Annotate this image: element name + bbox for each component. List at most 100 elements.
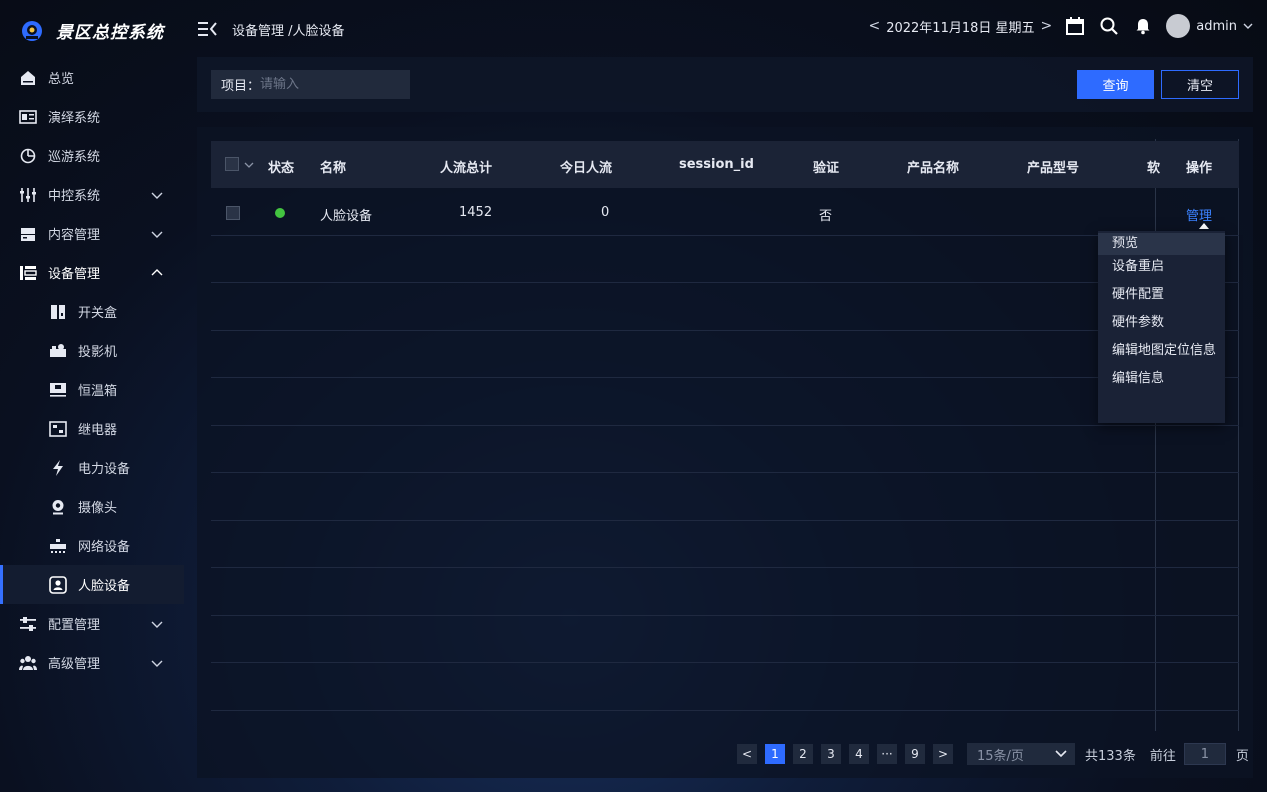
page-ellipsis-button[interactable]: ···: [877, 744, 897, 764]
sidebar-item-camera[interactable]: 摄像头: [0, 487, 184, 526]
sidebar-item-network[interactable]: 网络设备: [0, 526, 184, 565]
sidebar-item-switch-box[interactable]: 开关盒: [0, 292, 184, 331]
next-date-button[interactable]: >: [1041, 18, 1053, 34]
relay-icon: [49, 420, 67, 438]
menu-item-reboot[interactable]: 设备重启: [1098, 256, 1225, 278]
cell-name: 人脸设备: [320, 209, 373, 224]
sidebar-item-devices[interactable]: 设备管理: [0, 253, 184, 292]
chevron-down-icon: [151, 621, 163, 628]
sidebar-item-content[interactable]: 内容管理: [0, 214, 184, 253]
prev-date-button[interactable]: <: [868, 18, 880, 34]
users-icon: [19, 654, 37, 672]
menu-item-edit-map-location[interactable]: 编辑地图定位信息: [1098, 340, 1225, 362]
page-button-4[interactable]: 4: [849, 744, 869, 764]
page-button-9[interactable]: 9: [905, 744, 925, 764]
chevron-down-icon[interactable]: [244, 160, 254, 170]
id-card-icon: [19, 108, 37, 126]
status-online-indicator: [275, 208, 285, 218]
manage-dropdown-menu: 预览 设备重启 硬件配置 硬件参数 编辑地图定位信息 编辑信息: [1098, 231, 1225, 423]
page-button-2[interactable]: 2: [793, 744, 813, 764]
sidebar-item-label: 内容管理: [48, 228, 101, 243]
sidebar-item-control[interactable]: 中控系统: [0, 175, 184, 214]
sidebar-item-tour[interactable]: 巡游系统: [0, 136, 184, 175]
row-checkbox[interactable]: [226, 206, 240, 220]
column-header-verified: 验证: [813, 161, 840, 176]
row-divider: [211, 472, 1239, 473]
page-button-3[interactable]: 3: [821, 744, 841, 764]
menu-item-preview[interactable]: 预览: [1098, 233, 1225, 255]
settings-sliders-icon: [19, 615, 37, 633]
chevron-down-icon: [151, 660, 163, 667]
row-divider: [211, 520, 1239, 521]
dropdown-caret: [1199, 223, 1209, 229]
row-divider: [211, 377, 1239, 378]
sidebar-item-config[interactable]: 配置管理: [0, 604, 184, 643]
row-divider: [211, 710, 1239, 711]
row-divider: [211, 425, 1239, 426]
clear-button[interactable]: 清空: [1161, 70, 1239, 99]
calendar-icon[interactable]: [1064, 15, 1086, 37]
menu-item-edit-info[interactable]: 编辑信息: [1098, 368, 1225, 390]
webcam-icon: [49, 498, 67, 516]
page-size-select[interactable]: 15条/页: [967, 743, 1075, 765]
sidebar-item-advanced[interactable]: 高级管理: [0, 643, 184, 682]
project-input[interactable]: [260, 77, 391, 92]
bell-icon[interactable]: [1132, 15, 1154, 37]
goto-label: 前往: [1149, 748, 1176, 764]
face-id-icon: [49, 575, 67, 594]
sidebar-item-label: 开关盒: [78, 306, 118, 321]
sidebar-item-relay[interactable]: 继电器: [0, 409, 184, 448]
chevron-down-icon: [1055, 750, 1067, 758]
project-search-field[interactable]: 项目：: [211, 70, 410, 99]
select-all-checkbox[interactable]: [225, 157, 239, 171]
search-icon[interactable]: [1098, 15, 1120, 37]
column-header-status: 状态: [268, 161, 295, 176]
sidebar-item-label: 中控系统: [48, 189, 101, 204]
goto-page-input[interactable]: [1183, 743, 1226, 765]
logo-icon: [22, 20, 42, 41]
cell-today: 0: [601, 205, 610, 220]
cell-total: 1452: [459, 205, 493, 220]
row-divider: [211, 282, 1239, 283]
query-button[interactable]: 查询: [1077, 70, 1154, 99]
switch-box-icon: [49, 303, 67, 321]
search-panel: 项目： 查询 清空: [197, 57, 1253, 112]
chevron-down-icon: [151, 192, 163, 199]
sidebar-item-performance[interactable]: 演绎系统: [0, 97, 184, 136]
manage-link[interactable]: 管理: [1186, 205, 1212, 224]
page-button-1[interactable]: 1: [765, 744, 785, 764]
menu-collapse-icon[interactable]: [198, 20, 218, 38]
project-label: 项目：: [221, 79, 261, 94]
sidebar-item-label: 总览: [48, 72, 75, 87]
column-header-total-traffic: 人流总计: [440, 161, 493, 176]
column-header-software: 软: [1147, 161, 1161, 176]
column-header-product-model: 产品型号: [1027, 161, 1080, 176]
sidebar-item-label: 摄像头: [78, 501, 118, 516]
avatar: [1166, 14, 1191, 38]
sidebar-item-label: 网络设备: [78, 540, 131, 555]
date-navigator: < 2022年11月18日 星期五 >: [868, 17, 1052, 36]
row-divider: [211, 235, 1239, 236]
column-header-actions: 操作: [1186, 161, 1213, 176]
next-page-button[interactable]: >: [933, 744, 953, 764]
sidebar-item-label: 电力设备: [78, 462, 131, 477]
sidebar-item-thermostat[interactable]: 恒温箱: [0, 370, 184, 409]
pie-chart-icon: [19, 147, 37, 165]
prev-page-button[interactable]: <: [737, 744, 757, 764]
sidebar-item-projector[interactable]: 投影机: [0, 331, 184, 370]
chevron-up-icon: [151, 268, 163, 275]
row-divider: [211, 662, 1239, 663]
sidebar-item-face-device[interactable]: 人脸设备: [0, 565, 184, 604]
sidebar-item-label: 演绎系统: [48, 111, 101, 126]
menu-item-hardware-config[interactable]: 硬件配置: [1098, 284, 1225, 306]
row-divider: [211, 615, 1239, 616]
sidebar-item-overview[interactable]: 总览: [0, 58, 184, 97]
column-header-today-traffic: 今日人流: [560, 161, 613, 176]
sidebar-item-power[interactable]: 电力设备: [0, 448, 184, 487]
menu-item-hardware-params[interactable]: 硬件参数: [1098, 312, 1225, 334]
column-header-name: 名称: [320, 161, 347, 176]
home-icon: [19, 69, 37, 87]
page-size-value: 15条/页: [977, 748, 1024, 764]
network-switch-icon: [49, 537, 67, 555]
user-menu[interactable]: admin: [1166, 14, 1253, 38]
